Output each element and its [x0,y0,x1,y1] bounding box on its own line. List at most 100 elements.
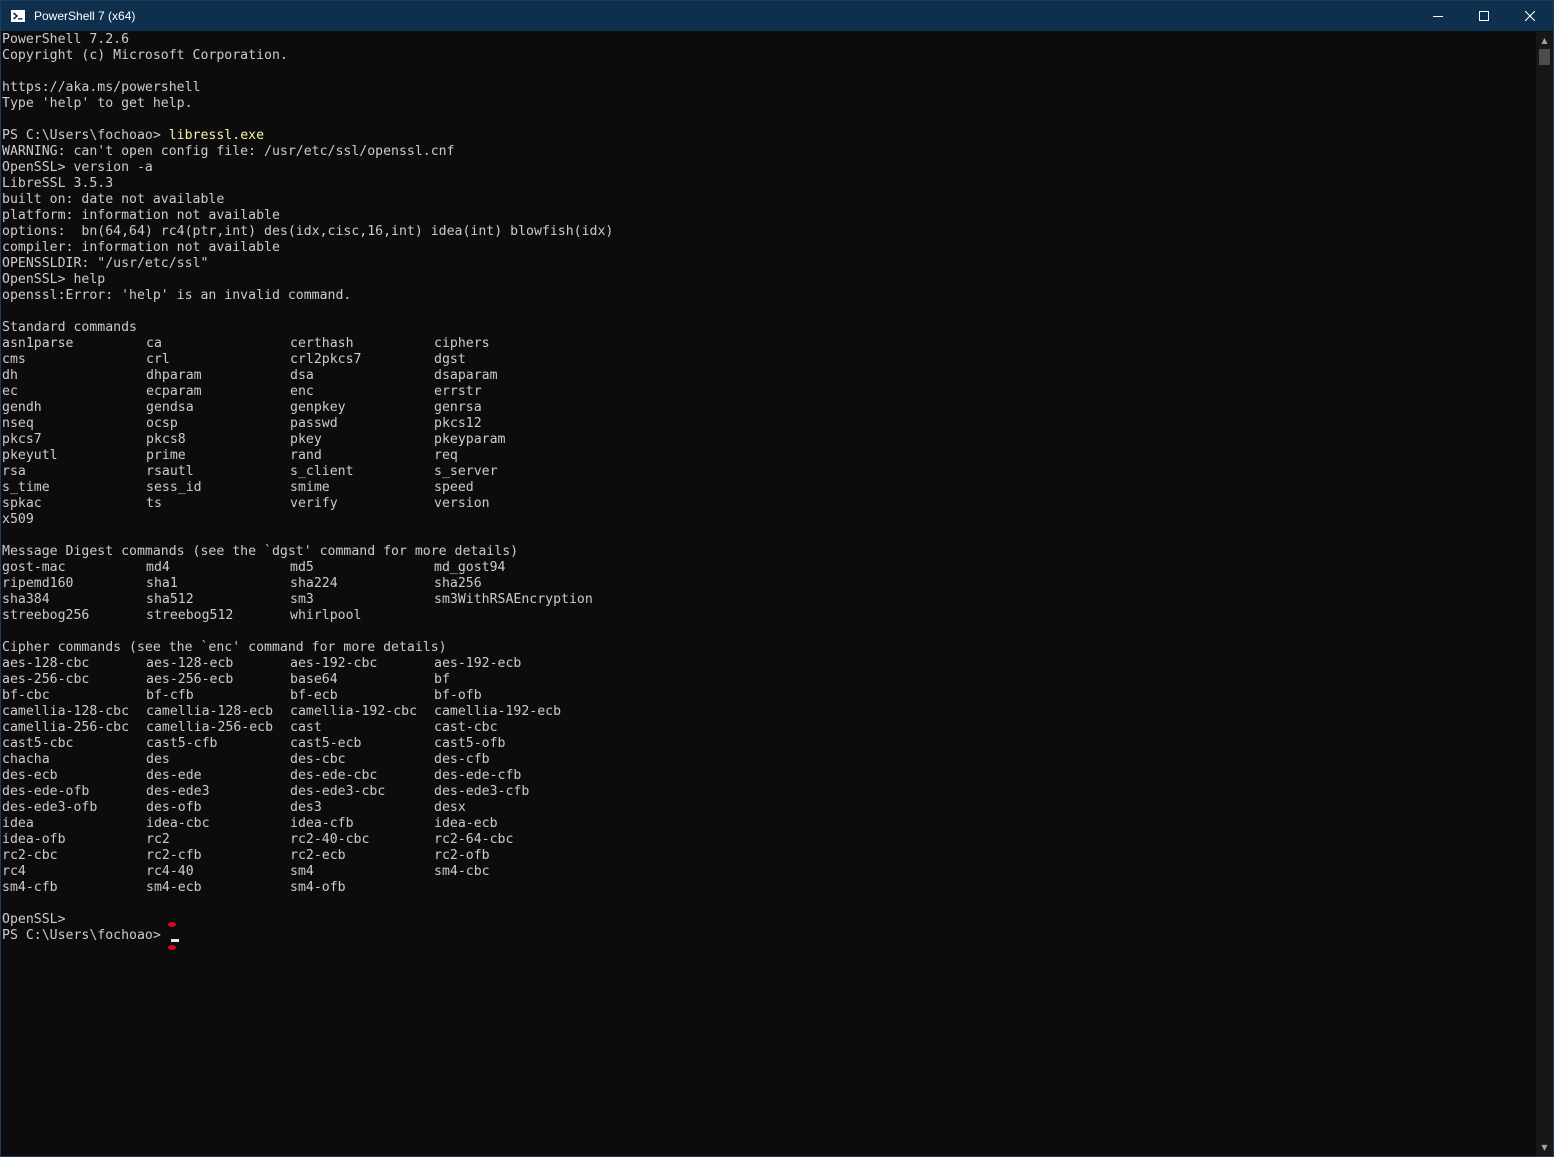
command-name: aes-192-cbc [290,656,378,671]
typed-command: libressl.exe [168,128,265,143]
command-name: x509 [2,512,34,527]
command-name: rsautl [146,464,194,479]
command-row: bf-cbc bf-cfb bf-ecb bf-ofb [2,688,1535,704]
command-name: des-cbc [290,752,346,767]
command-name: idea [2,816,34,831]
command-row: sm4-cfb sm4-ecb sm4-ofb [2,880,1535,896]
command-row: spkac ts verify version [2,496,1535,512]
command-name: s_time [2,480,50,495]
command-name: nseq [2,416,34,431]
command-name: cast-cbc [434,720,498,735]
window-title: PowerShell 7 (x64) [34,9,136,23]
command-name: aes-128-cbc [2,656,90,671]
command-row: ripemd160 sha1 sha224 sha256 [2,576,1535,592]
console-line: https://aka.ms/powershell [2,80,201,95]
console-line: OpenSSL> [2,912,66,927]
command-name: rc4-40 [146,864,194,879]
command-name: whirlpool [290,608,362,623]
vertical-scrollbar[interactable]: ▲ ▼ [1536,32,1553,1156]
command-name: crl2pkcs7 [290,352,362,367]
minimize-button[interactable] [1415,1,1461,31]
command-name: idea-ecb [434,816,498,831]
command-name: des3 [290,800,322,815]
command-name: prime [146,448,186,463]
section-title: Cipher commands (see the `enc' command f… [2,640,447,655]
powershell-icon [10,8,26,24]
command-name: ocsp [146,416,178,431]
scrollbar-thumb[interactable] [1539,49,1550,65]
command-name: rsa [2,464,26,479]
command-row: s_time sess_id smime speed [2,480,1535,496]
command-name: camellia-128-ecb [146,704,274,719]
console-closing: OpenSSL> [2,912,1535,928]
command-name: idea-cbc [146,816,210,831]
command-name: camellia-128-cbc [2,704,130,719]
command-name: rc2-ofb [434,848,490,863]
close-button[interactable] [1507,1,1553,31]
scroll-up-arrow-icon[interactable]: ▲ [1536,32,1553,49]
command-name: dsa [290,368,314,383]
console-line: OPENSSLDIR: "/usr/etc/ssl" [2,256,209,271]
command-name: aes-256-ecb [146,672,234,687]
command-name: rc2-cfb [146,848,202,863]
command-name: cast5-cbc [2,736,74,751]
command-name: pkey [290,432,322,447]
command-name: des-ofb [146,800,202,815]
command-name: camellia-256-cbc [2,720,130,735]
command-name: md4 [146,560,170,575]
maximize-button[interactable] [1461,1,1507,31]
command-name: ca [146,336,162,351]
command-name: sm4-cbc [434,864,490,879]
minimize-icon [1433,16,1443,17]
command-row: chacha des des-cbc des-cfb [2,752,1535,768]
command-row: gost-mac md4 md5 md_gost94 [2,560,1535,576]
command-name: sha224 [290,576,338,591]
command-name: version [434,496,490,511]
command-row: idea-ofb rc2 rc2-40-cbc rc2-64-cbc [2,832,1535,848]
command-row: x509 [2,512,1535,528]
command-name: dhparam [146,368,202,383]
command-name: bf-ecb [290,688,338,703]
command-row: des-ede-ofb des-ede3 des-ede3-cbc des-ede3-… [2,784,1535,800]
command-row: cms crl crl2pkcs7 dgst [2,352,1535,368]
command-name: sha384 [2,592,50,607]
console-line: LibreSSL 3.5.3 [2,176,114,191]
command-name: desx [434,800,466,815]
prompt-line: PS C:\Users\fochoao> libressl.exe [2,128,1535,144]
command-name: md_gost94 [434,560,506,575]
command-name: sm4-ecb [146,880,202,895]
command-row: pkeyutl prime rand req [2,448,1535,464]
command-row: aes-256-cbc aes-256-ecb base64 bf [2,672,1535,688]
command-name: cms [2,352,26,367]
command-name: gendsa [146,400,194,415]
command-name: pkcs7 [2,432,42,447]
command-row: ec ecparam enc errstr [2,384,1535,400]
prompt: PS C:\Users\fochoao> [2,928,169,943]
close-icon [1525,11,1535,21]
command-name: sm4-cfb [2,880,58,895]
console-line: options: bn(64,64) rc4(ptr,int) des(idx,… [2,224,614,239]
command-name: rc2-40-cbc [290,832,370,847]
command-name: cast5-ecb [290,736,362,751]
command-name: speed [434,480,474,495]
command-name: des-ede [146,768,202,783]
console-output[interactable]: PowerShell 7.2.6 Copyright (c) Microsoft … [2,32,1535,1156]
command-row: rc2-cbc rc2-cfb rc2-ecb rc2-ofb [2,848,1535,864]
command-row: camellia-256-cbc camellia-256-ecb cast cast… [2,720,1535,736]
command-name: s_client [290,464,354,479]
command-name: des-ede3-ofb [2,800,98,815]
command-name: des-ede-cfb [434,768,522,783]
command-name: rand [290,448,322,463]
command-row: pkcs7 pkcs8 pkey pkeyparam [2,432,1535,448]
title-bar[interactable]: PowerShell 7 (x64) [1,1,1553,31]
command-name: genpkey [290,400,346,415]
command-name: sess_id [146,480,202,495]
console-header: PowerShell 7.2.6 Copyright (c) Microsoft … [2,32,1535,128]
scroll-down-arrow-icon[interactable]: ▼ [1536,1139,1553,1156]
command-name: asn1parse [2,336,74,351]
command-name: sm3 [290,592,314,607]
prompt: PS C:\Users\fochoao> [2,128,169,143]
final-prompt-line: PS C:\Users\fochoao> [2,922,1535,950]
command-name: dh [2,368,18,383]
